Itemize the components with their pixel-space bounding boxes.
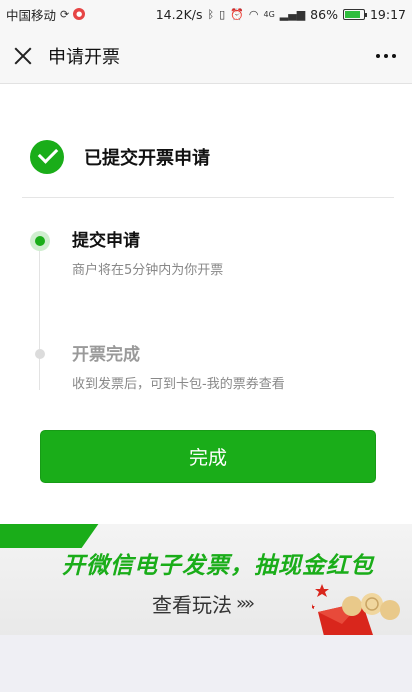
network-type: 4G [263, 9, 275, 19]
coin-shape [342, 596, 362, 616]
result-title: 已提交开票申请 [84, 148, 210, 169]
divider [22, 197, 394, 198]
coin-shape [361, 593, 383, 615]
promo-banner[interactable]: 开微信电子发票，抽现金红包 查看玩法 »» [0, 524, 412, 635]
result-header: 已提交开票申请 [30, 140, 210, 174]
banner-link-label: 查看玩法 [152, 593, 232, 617]
step-description: 收到发票后，可到卡包-我的票券查看 [72, 377, 285, 392]
vibrate-icon: ▯ [219, 7, 226, 21]
status-bar: 中国移动 ⟳ ● 14.2K/s ᛒ ▯ ⏰ ◠ 4G ▂▄▆ 86% 19:1… [0, 0, 412, 28]
star-shape [312, 604, 315, 609]
sync-icon: ⟳ [60, 7, 70, 21]
navigation-bar: 申请开票 [0, 28, 412, 84]
step-pending-dot-icon [35, 349, 45, 359]
step-title: 开票完成 [72, 345, 140, 365]
more-icon[interactable] [376, 46, 396, 66]
alarm-icon: ⏰ [230, 7, 244, 21]
coin-shape [380, 600, 400, 620]
battery-percent: 86% [310, 6, 338, 22]
banner-headline: 开微信电子发票，抽现金红包 [62, 553, 374, 579]
carrier-badge-icon: ● [73, 8, 86, 20]
clock: 19:17 [369, 6, 406, 22]
check-circle-icon [30, 140, 64, 174]
invoice-status-card: 已提交开票申请 提交申请 商户将在5分钟内为你开票 开票完成 收到发票后，可到卡… [0, 84, 412, 524]
carrier-name: 中国移动 [6, 7, 57, 23]
timeline-line [39, 244, 40, 390]
wifi-icon: ◠ [248, 7, 259, 21]
battery-icon [342, 8, 367, 20]
network-speed: 14.2K/s [155, 6, 203, 22]
banner-link[interactable]: 查看玩法 »» [152, 589, 255, 618]
page-title: 申请开票 [48, 46, 120, 68]
bluetooth-icon: ᛒ [207, 7, 215, 21]
double-chevron-icon: »» [236, 593, 255, 614]
done-button[interactable]: 完成 [40, 430, 376, 483]
signal-icon: ▂▄▆ [279, 7, 306, 21]
ribbon-decoration [0, 524, 99, 548]
step-description: 商户将在5分钟内为你开票 [72, 263, 224, 278]
star-shape [315, 584, 329, 597]
background-area [0, 635, 412, 692]
close-icon[interactable] [12, 45, 34, 67]
step-title: 提交申请 [72, 231, 140, 251]
red-packet-icon [312, 584, 400, 635]
step-active-dot-icon [30, 231, 50, 251]
